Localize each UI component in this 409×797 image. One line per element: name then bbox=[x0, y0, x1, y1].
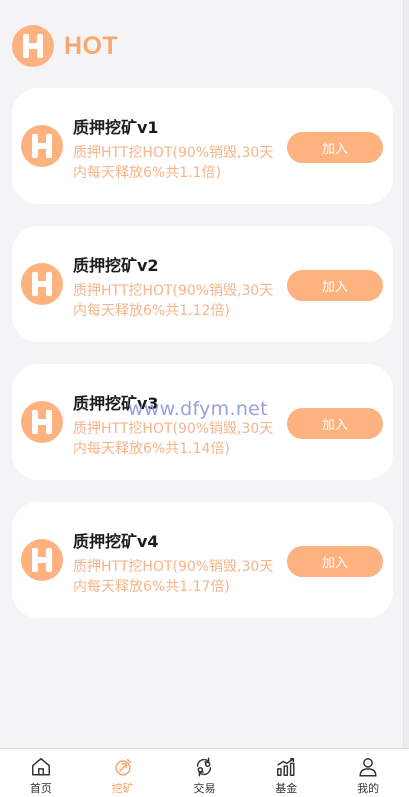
home-icon bbox=[31, 758, 50, 776]
tab-label: 交易 bbox=[193, 782, 216, 795]
tab-label: 首页 bbox=[29, 782, 52, 795]
card-description: 质押HTT挖HOT(90%销毁,30天内每天释放6%共1.1倍) bbox=[73, 145, 274, 181]
mining-card-v2: 质押挖矿v2 质押HTT挖HOT(90%销毁,30天内每天释放6%共1.12倍)… bbox=[12, 226, 393, 342]
mining-card-v1: 质押挖矿v1 质押HTT挖HOT(90%销毁,30天内每天释放6%共1.1倍) … bbox=[12, 88, 393, 204]
card-description: 质押HTT挖HOT(90%销毁,30天内每天释放6%共1.17倍) bbox=[73, 559, 274, 595]
mining-card-v4: 质押挖矿v4 质押HTT挖HOT(90%销毁,30天内每天释放6%共1.17倍)… bbox=[12, 502, 393, 618]
tab-label: 挖矿 bbox=[111, 782, 134, 795]
card-title: 质押挖矿v1 bbox=[73, 118, 159, 137]
card-title: 质押挖矿v4 bbox=[73, 532, 159, 551]
tab-label: 我的 bbox=[357, 782, 380, 795]
page-scroll-edge bbox=[403, 0, 409, 748]
card-title: 质押挖矿v2 bbox=[73, 256, 159, 275]
app-title: HOT bbox=[64, 31, 119, 60]
hot-logo-icon bbox=[12, 25, 54, 67]
tab-profile[interactable]: 我的 bbox=[327, 749, 409, 797]
hot-logo-icon bbox=[21, 401, 63, 443]
app-header: HOT bbox=[12, 24, 118, 68]
card-title: 质押挖矿v3 bbox=[73, 394, 159, 413]
tab-home[interactable]: 首页 bbox=[0, 749, 82, 797]
tab-mining[interactable]: 挖矿 bbox=[82, 749, 164, 797]
hot-logo-icon bbox=[21, 125, 63, 167]
fund-chart-icon bbox=[277, 758, 295, 776]
card-description: 质押HTT挖HOT(90%销毁,30天内每天释放6%共1.12倍) bbox=[73, 283, 274, 319]
mining-card-v3: 质押挖矿v3 质押HTT挖HOT(90%销毁,30天内每天释放6%共1.14倍)… bbox=[12, 364, 393, 480]
card-description: 质押HTT挖HOT(90%销毁,30天内每天释放6%共1.14倍) bbox=[73, 421, 274, 457]
tab-label: 基金 bbox=[275, 782, 298, 795]
exchange-icon bbox=[197, 757, 212, 777]
user-icon bbox=[359, 758, 377, 777]
join-button[interactable]: 加入 bbox=[287, 408, 383, 439]
join-button[interactable]: 加入 bbox=[287, 546, 383, 577]
tab-fund[interactable]: 基金 bbox=[245, 749, 327, 797]
hot-logo-icon bbox=[21, 539, 63, 581]
hot-logo-icon bbox=[21, 263, 63, 305]
join-button[interactable]: 加入 bbox=[287, 132, 383, 163]
bottom-tab-bar: 首页 挖矿 交易 基金 我的 bbox=[0, 748, 409, 797]
join-button[interactable]: 加入 bbox=[287, 270, 383, 301]
mining-icon bbox=[115, 758, 131, 776]
tab-exchange[interactable]: 交易 bbox=[164, 749, 246, 797]
